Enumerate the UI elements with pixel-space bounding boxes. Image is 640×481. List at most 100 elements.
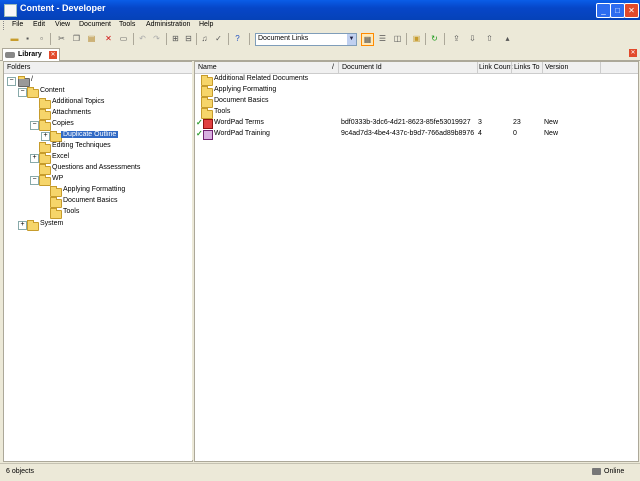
menu-file[interactable]: File	[12, 21, 23, 28]
list-item[interactable]: Tools	[195, 107, 638, 119]
column-divider[interactable]	[511, 62, 512, 73]
expand-all-icon[interactable]: ⊞	[170, 33, 181, 44]
menu-view[interactable]: View	[55, 21, 70, 28]
split-horizontal-icon[interactable]: ☰	[377, 33, 388, 44]
column-divider[interactable]	[338, 62, 339, 73]
cell-link-count: 3	[478, 119, 482, 126]
lock-icon[interactable]: ▴	[502, 33, 513, 44]
tree-label: Content	[40, 87, 65, 94]
collapse-icon[interactable]: −	[7, 77, 16, 86]
maximize-button[interactable]: □	[610, 3, 625, 18]
column-divider[interactable]	[600, 62, 601, 73]
tree-label: WP	[52, 175, 64, 182]
print-icon[interactable]: ▫	[36, 33, 47, 44]
tree-label: Document Basics	[63, 197, 118, 204]
column-header-link-count[interactable]: Link Count	[479, 64, 512, 71]
tree-node-attachments[interactable]: Attachments	[4, 108, 192, 120]
tree-node-content[interactable]: − Content	[4, 86, 192, 98]
folders-header-label: Folders	[7, 64, 31, 71]
help-icon[interactable]: ?	[232, 33, 243, 44]
tree-label: /	[31, 76, 33, 83]
undo-icon[interactable]: ↶	[137, 33, 148, 44]
column-divider[interactable]	[477, 62, 478, 73]
connection-status: Online	[604, 468, 625, 475]
delete-icon[interactable]: ✕	[103, 33, 114, 44]
menu-document[interactable]: Document	[79, 21, 111, 28]
list-item[interactable]: ✓ WordPad Training 9c4ad7d3-4be4-437c-b9…	[195, 129, 638, 140]
chevron-down-icon[interactable]: ▼	[347, 34, 356, 45]
expand-icon[interactable]: +	[41, 132, 50, 141]
library-icon	[5, 52, 15, 58]
cell-links-to: 23	[513, 119, 521, 126]
expand-icon[interactable]: +	[18, 221, 27, 230]
list-item[interactable]: Applying Formatting	[195, 85, 638, 97]
tab-strip: Library ✕	[0, 47, 640, 61]
column-header-version[interactable]: Version	[545, 64, 568, 71]
folders-header: Folders	[4, 62, 192, 74]
tree-node-system[interactable]: + System	[4, 219, 192, 231]
sort-indicator: /	[332, 64, 334, 71]
collapse-icon[interactable]: −	[30, 121, 39, 130]
copy-icon[interactable]: ❐	[71, 33, 82, 44]
collapse-all-icon[interactable]: ⊟	[183, 33, 194, 44]
document-links-combo[interactable]: Document Links ▼	[255, 33, 357, 46]
redo-icon[interactable]: ↷	[151, 33, 162, 44]
check-in-icon[interactable]: ⇪	[451, 33, 462, 44]
layout-view-icon[interactable]: ▦	[361, 33, 374, 46]
tree-node-wp[interactable]: − WP	[4, 174, 192, 186]
menu-grip	[3, 21, 6, 30]
expand-icon[interactable]: +	[30, 154, 39, 163]
tree-node-applying-formatting[interactable]: Applying Formatting	[4, 185, 192, 197]
tree-node-copies[interactable]: − Copies	[4, 119, 192, 131]
cell-document-id: bdf0333b-3dc6-4d21-8623-85fe53019927	[341, 119, 471, 126]
menu-help[interactable]: Help	[199, 21, 213, 28]
menu-edit[interactable]: Edit	[33, 21, 45, 28]
toolbar-separator	[196, 33, 197, 45]
properties-icon[interactable]: ▣	[411, 33, 422, 44]
cell-name: WordPad Terms	[214, 119, 264, 126]
find-icon[interactable]: ♫	[199, 33, 210, 44]
list-item[interactable]: ✓ WordPad Terms bdf0333b-3dc6-4d21-8623-…	[195, 118, 638, 129]
minimize-button[interactable]: _	[596, 3, 611, 18]
list-item[interactable]: Document Basics	[195, 96, 638, 108]
collapse-icon[interactable]: −	[18, 88, 27, 97]
collapse-icon[interactable]: −	[30, 176, 39, 185]
column-header-name[interactable]: Name	[198, 64, 217, 71]
spellcheck-icon[interactable]: ✓	[213, 33, 224, 44]
close-pane-icon[interactable]: ✕	[629, 49, 637, 57]
close-window-button[interactable]: ✕	[624, 3, 639, 18]
menu-administration[interactable]: Administration	[146, 21, 190, 28]
combo-value: Document Links	[258, 35, 309, 42]
close-tab-icon[interactable]: ✕	[49, 51, 57, 59]
tree-node-document-basics[interactable]: Document Basics	[4, 196, 192, 208]
refresh-icon[interactable]: ↻	[429, 33, 440, 44]
tree-label: Applying Formatting	[63, 186, 126, 193]
tree-label: Tools	[63, 208, 80, 215]
menu-tools[interactable]: Tools	[119, 21, 135, 28]
column-header-links-to[interactable]: Links To	[514, 64, 540, 71]
publish-icon[interactable]: ⇧	[484, 33, 495, 44]
open-folder-icon[interactable]: ▬	[9, 33, 20, 44]
save-icon[interactable]: ▪	[22, 33, 33, 44]
tree-node-duplicate-outline[interactable]: + Duplicate Outline	[4, 130, 192, 142]
tree-node-editing-techniques[interactable]: Editing Techniques	[4, 141, 192, 153]
tree-label: System	[40, 220, 64, 227]
paste-icon[interactable]: ▤	[86, 33, 97, 44]
column-header-document-id[interactable]: Document Id	[342, 64, 382, 71]
list-item[interactable]: Additional Related Documents	[195, 74, 638, 86]
title-bar: Content - Developer _ □ ✕	[0, 0, 640, 20]
check-out-icon[interactable]: ⇩	[467, 33, 478, 44]
window-title: Content - Developer	[20, 3, 106, 13]
toolbar-separator	[50, 33, 51, 45]
tree-node-questions-and-assessments[interactable]: Questions and Assessments	[4, 163, 192, 175]
split-vertical-icon[interactable]: ◫	[392, 33, 403, 44]
tab-library[interactable]: Library ✕	[2, 48, 60, 61]
tree-node-root[interactable]: − /	[4, 75, 192, 87]
tree-node-additional-topics[interactable]: Additional Topics	[4, 97, 192, 109]
cut-icon[interactable]: ✂	[56, 33, 67, 44]
column-divider[interactable]	[542, 62, 543, 73]
tree-node-excel[interactable]: + Excel	[4, 152, 192, 164]
toolbar-separator	[425, 33, 426, 45]
rename-icon[interactable]: ▭	[118, 33, 129, 44]
tree-node-tools[interactable]: Tools	[4, 207, 192, 219]
